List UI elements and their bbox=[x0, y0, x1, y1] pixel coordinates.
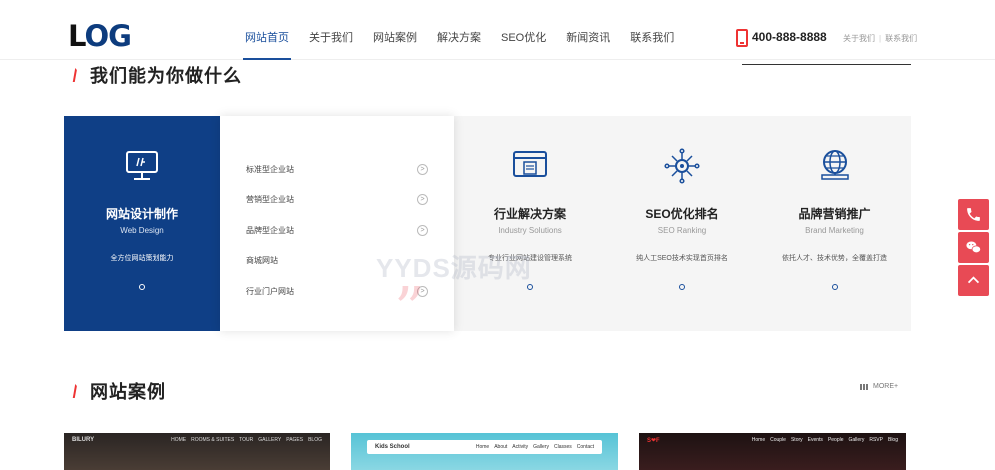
services-section-title: 我们能为你做什么 bbox=[72, 62, 242, 88]
divider bbox=[742, 64, 911, 65]
title-mark-icon bbox=[72, 384, 84, 398]
case-thumbnail[interactable]: Kids School Home About Activity Gallery … bbox=[351, 433, 618, 470]
phone-number: 400-888-8888 bbox=[752, 30, 827, 44]
menu-item-marketing-site[interactable]: 营销型企业站 > bbox=[246, 185, 428, 216]
wechat-icon bbox=[966, 241, 981, 254]
monitor-icon bbox=[126, 151, 158, 180]
menu-item-brand-site[interactable]: 品牌型企业站 > bbox=[246, 215, 428, 246]
phone-icon bbox=[967, 208, 980, 221]
service-subtitle: Brand Marketing bbox=[805, 226, 864, 235]
service-title: 网站设计制作 bbox=[105, 207, 178, 221]
back-to-top-button[interactable] bbox=[958, 265, 989, 296]
float-phone-button[interactable] bbox=[958, 199, 989, 230]
service-subtitle: Web Design bbox=[120, 226, 164, 235]
nav-item-seo[interactable]: SEO优化 bbox=[491, 0, 556, 60]
services-panel: 网站设计制作 Web Design 全方位网站策划能力 标准型企业站 > 营销型企… bbox=[64, 116, 911, 331]
quote-mark-icon: ” bbox=[394, 275, 425, 345]
service-desc: 依托人才、技术优势，全覆盖打造 bbox=[782, 255, 887, 262]
dot-icon bbox=[679, 284, 685, 290]
dot-icon bbox=[831, 284, 838, 290]
nav-item-news[interactable]: 新闻资讯 bbox=[556, 0, 620, 60]
nav-item-contact[interactable]: 联系我们 bbox=[620, 0, 684, 60]
float-wechat-button[interactable] bbox=[958, 232, 989, 263]
service-subtitle: Industry Solutions bbox=[498, 226, 562, 235]
chevron-right-icon: > bbox=[417, 194, 428, 206]
service-title: SEO优化排名 bbox=[645, 207, 719, 221]
globe-monitor-icon bbox=[820, 150, 849, 180]
main-nav: 网站首页 关于我们 网站案例 解决方案 SEO优化 新闻资讯 联系我们 bbox=[235, 0, 684, 60]
phone-icon bbox=[736, 29, 748, 47]
cases-section-title: 网站案例 bbox=[72, 378, 166, 404]
service-subtitle: SEO Ranking bbox=[657, 226, 707, 235]
top-link-contact[interactable]: 联系我们 bbox=[885, 34, 917, 43]
service-card-industry[interactable]: 行业解决方案 Industry Solutions 专业行业网站建设管理系统 bbox=[454, 116, 606, 331]
service-title: 行业解决方案 bbox=[493, 207, 566, 221]
header: LOG 网站首页 关于我们 网站案例 解决方案 SEO优化 新闻资讯 联系我们 … bbox=[0, 0, 995, 60]
nav-item-solutions[interactable]: 解决方案 bbox=[427, 0, 491, 60]
grid-icon bbox=[860, 383, 868, 390]
top-link-about[interactable]: 关于我们 bbox=[843, 34, 875, 43]
chevron-up-icon bbox=[967, 276, 980, 284]
menu-item-standard-site[interactable]: 标准型企业站 > bbox=[246, 154, 428, 185]
case-thumbnail[interactable]: S❤F Home Couple Story Events People Gall… bbox=[639, 433, 906, 470]
chevron-right-icon: > bbox=[417, 163, 428, 175]
service-card-seo[interactable]: SEO优化排名 SEO Ranking 纯人工SEO技术实现首页排名 bbox=[606, 116, 758, 331]
top-links: 关于我们 | 联系我们 bbox=[843, 34, 918, 43]
more-link[interactable]: MORE+ bbox=[860, 383, 898, 390]
nav-item-about[interactable]: 关于我们 bbox=[299, 0, 363, 60]
service-title: 品牌营销推广 bbox=[798, 207, 871, 221]
nav-item-cases[interactable]: 网站案例 bbox=[363, 0, 427, 60]
service-desc: 纯人工SEO技术实现首页排名 bbox=[636, 255, 728, 262]
service-desc: 全方位网站策划能力 bbox=[110, 255, 174, 262]
network-gear-icon bbox=[664, 148, 700, 184]
browser-doc-icon bbox=[513, 151, 547, 177]
case-thumbnail[interactable]: BILURY HOME ROOMS & SUITES TOUR GALLERY … bbox=[64, 433, 330, 470]
chevron-right-icon: > bbox=[417, 224, 428, 236]
service-card-web-design[interactable]: 网站设计制作 Web Design 全方位网站策划能力 bbox=[64, 116, 220, 331]
logo[interactable]: LOG bbox=[68, 22, 132, 51]
nav-item-home[interactable]: 网站首页 bbox=[235, 0, 299, 60]
service-card-brand[interactable]: 品牌营销推广 Brand Marketing 依托人才、技术优势，全覆盖打造 bbox=[758, 116, 911, 331]
title-mark-icon bbox=[72, 68, 84, 82]
dot-icon bbox=[139, 284, 145, 290]
